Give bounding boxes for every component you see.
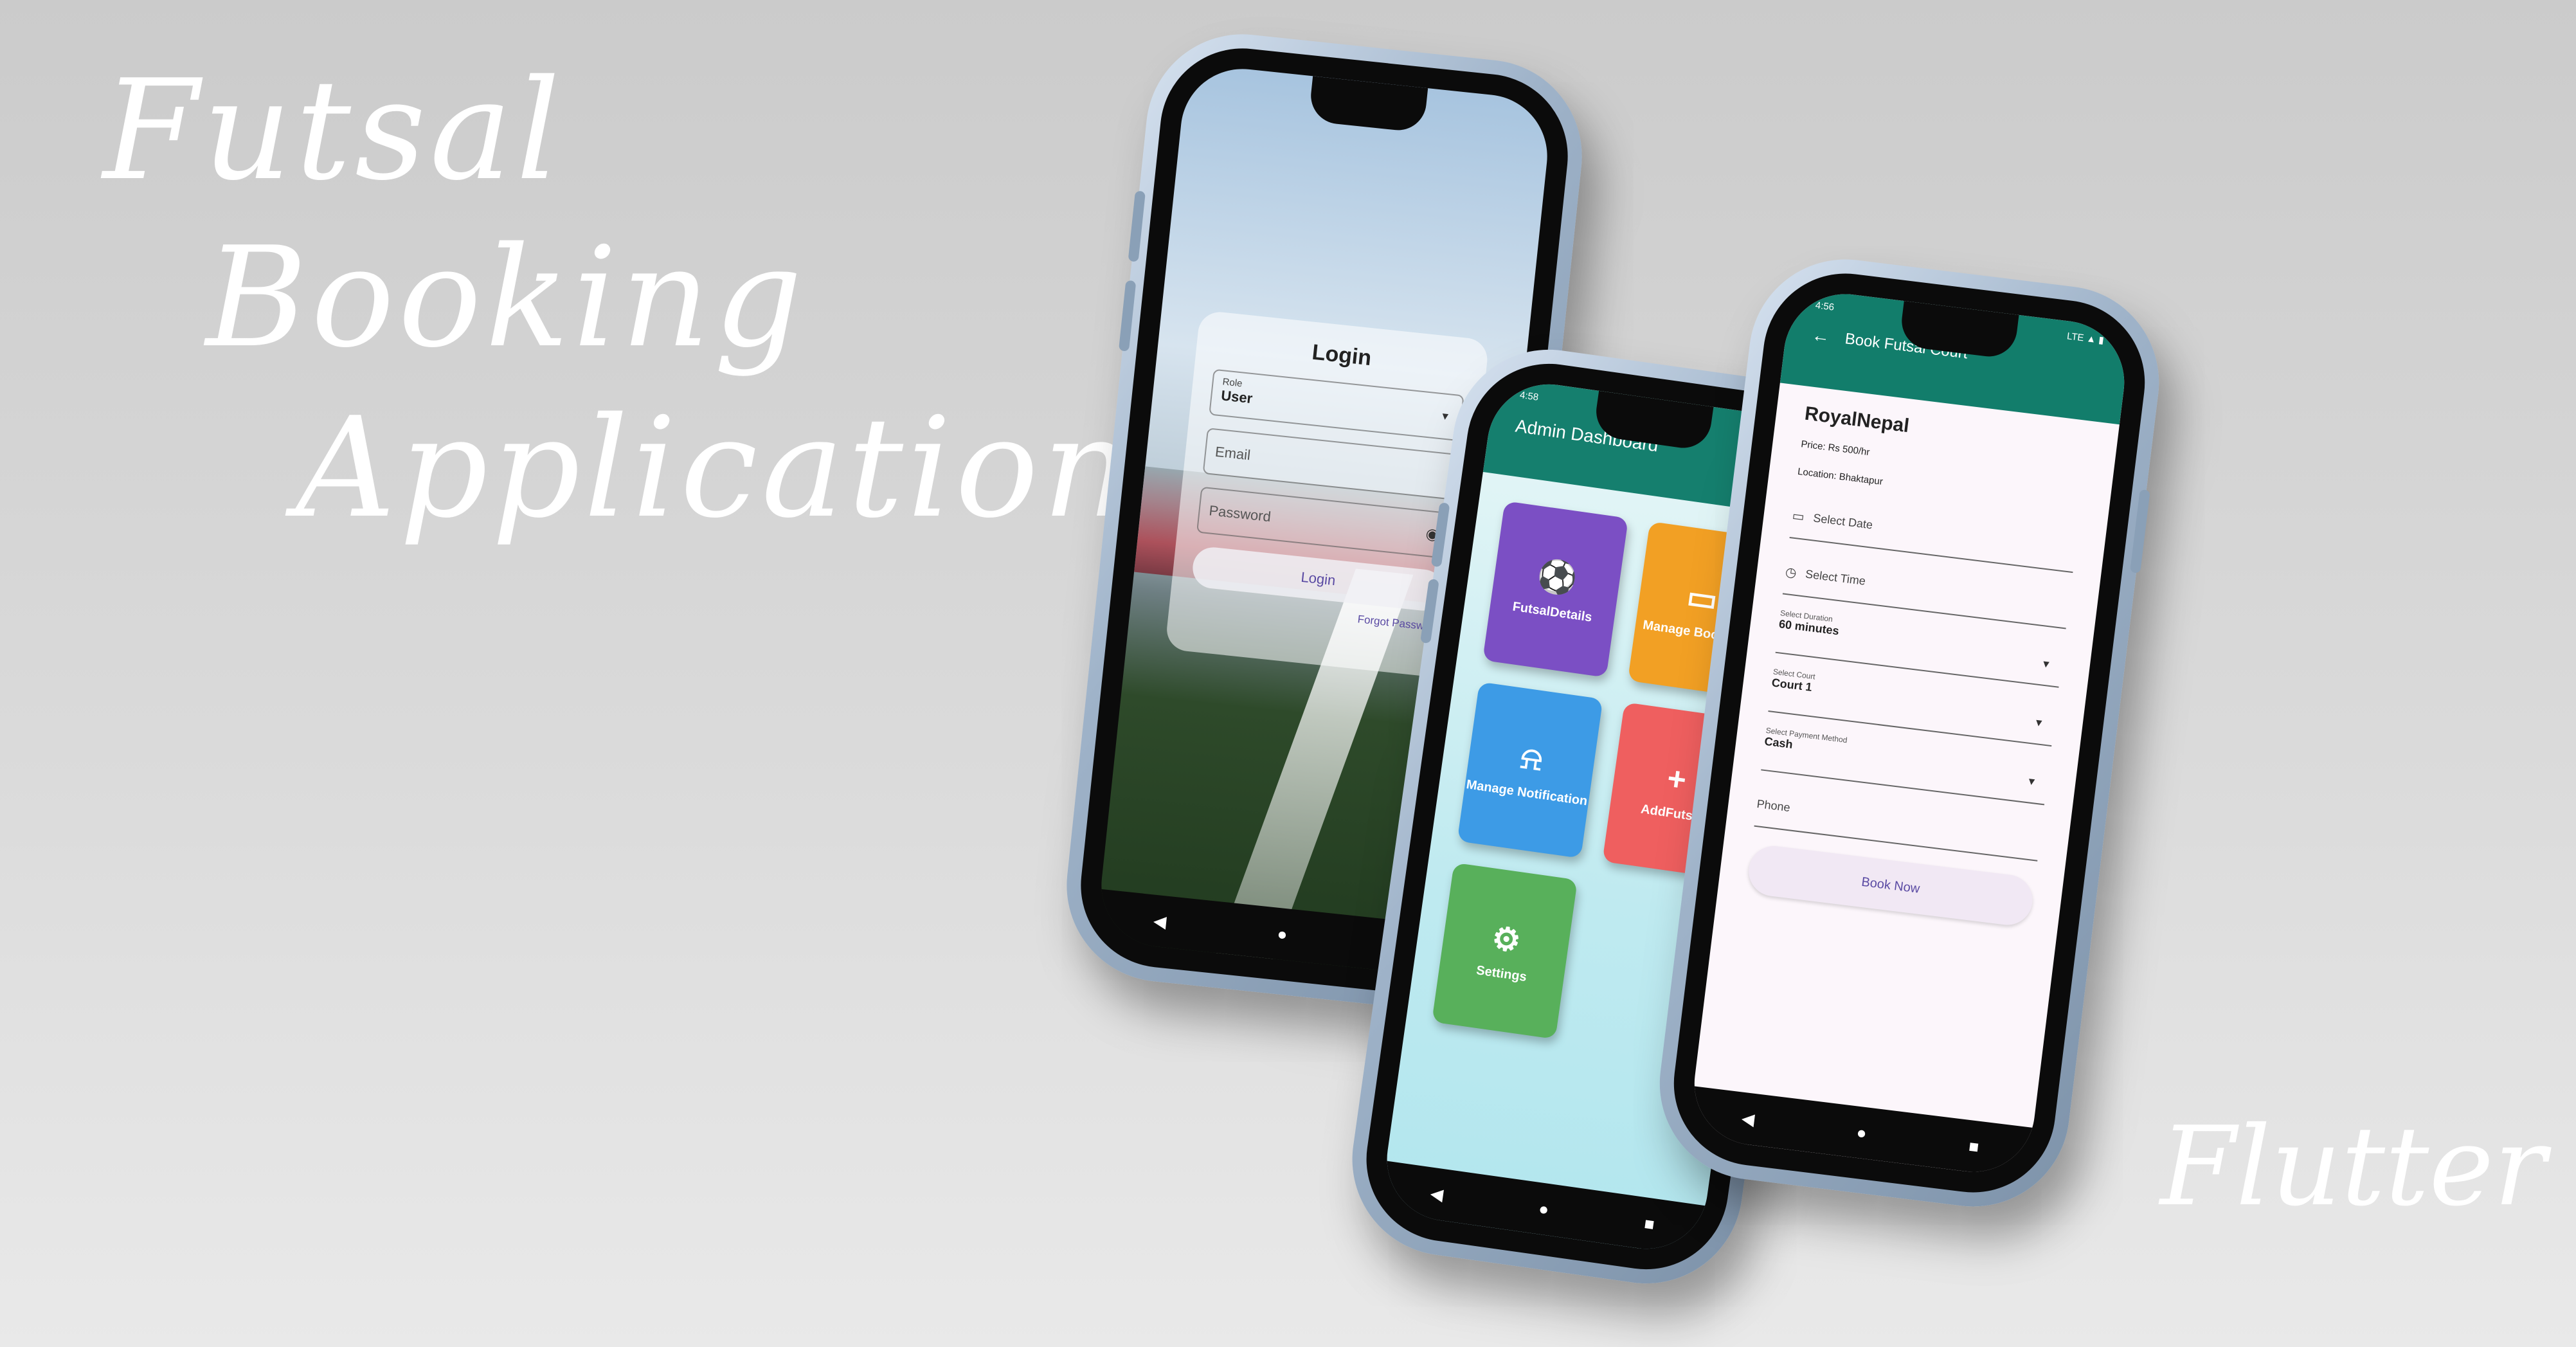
soccer-ball-icon: ⚽ — [1535, 556, 1580, 598]
booking-screen: 4:56 LTE ▲ ▮ ← Book Futsal Court RoyalNe… — [1687, 287, 2132, 1179]
recent-apps-icon[interactable]: ■ — [1643, 1213, 1656, 1234]
nav-bar: ◀ ● ■ — [1687, 1086, 2033, 1179]
title-line-1: Futsal — [103, 50, 564, 211]
home-icon[interactable]: ● — [1537, 1198, 1551, 1220]
dropdown-caret-icon: ▼ — [2026, 775, 2038, 788]
volume-button — [1118, 280, 1137, 352]
back-icon[interactable]: ◀ — [1429, 1183, 1445, 1204]
dropdown-caret-icon: ▼ — [2033, 717, 2045, 730]
select-time-label: Select Time — [1805, 567, 1867, 588]
tile-label: Settings — [1475, 963, 1528, 984]
title-line-3: Application — [296, 387, 1135, 548]
recent-apps-icon[interactable]: ■ — [1968, 1136, 1980, 1157]
tile-label: Manage Notification — [1465, 777, 1589, 809]
status-time: 4:56 — [1815, 299, 1835, 313]
clock-icon: ◷ — [1784, 565, 1797, 581]
title-line-2: Booking — [206, 217, 807, 378]
email-field[interactable]: Email — [1202, 428, 1458, 500]
alarm-bell-icon: ⍾ — [1518, 738, 1545, 777]
camera-notch — [1308, 76, 1428, 133]
email-placeholder: Email — [1214, 443, 1252, 464]
status-icons: LTE ▲ ▮ — [2066, 330, 2105, 347]
back-icon[interactable]: ◀ — [1153, 910, 1167, 932]
password-field[interactable]: Password ◉ — [1196, 486, 1452, 559]
back-arrow-icon[interactable]: ← — [1810, 325, 1831, 347]
phone-placeholder: Phone — [1756, 797, 1791, 814]
plus-icon: + — [1665, 759, 1689, 798]
payment-value: Cash — [1763, 734, 1794, 751]
password-placeholder: Password — [1208, 502, 1272, 525]
select-date-label: Select Date — [1812, 511, 1874, 532]
volume-button — [1128, 190, 1146, 262]
dropdown-caret-icon: ▼ — [1439, 410, 1451, 423]
framework-label: Flutter — [2160, 1103, 2546, 1231]
role-value: User — [1220, 387, 1254, 407]
booking-form: RoyalNepal Price: Rs 500/hr Location: Bh… — [1716, 383, 2120, 944]
status-time: 4:58 — [1518, 389, 1540, 403]
role-label: Role — [1221, 376, 1243, 390]
calendar-icon: ▭ — [1791, 508, 1805, 525]
tile-settings[interactable]: ⚙ Settings — [1432, 862, 1578, 1040]
role-dropdown[interactable]: Role User ▼ — [1209, 368, 1464, 442]
home-icon[interactable]: ● — [1855, 1122, 1868, 1143]
nav-bar: ◀ ● ■ — [1379, 1161, 1706, 1257]
power-button — [2130, 489, 2150, 574]
gear-icon: ⚙ — [1489, 919, 1524, 959]
tile-futsal-details[interactable]: ⚽ FutsalDetails — [1482, 501, 1629, 678]
home-icon[interactable]: ● — [1276, 923, 1288, 944]
calendar-icon: ▭ — [1684, 577, 1720, 618]
back-icon[interactable]: ◀ — [1740, 1108, 1756, 1129]
tile-label: FutsalDetails — [1511, 599, 1593, 625]
tile-manage-notification[interactable]: ⍾ Manage Notification — [1457, 682, 1603, 858]
dropdown-caret-icon: ▼ — [2040, 658, 2052, 671]
